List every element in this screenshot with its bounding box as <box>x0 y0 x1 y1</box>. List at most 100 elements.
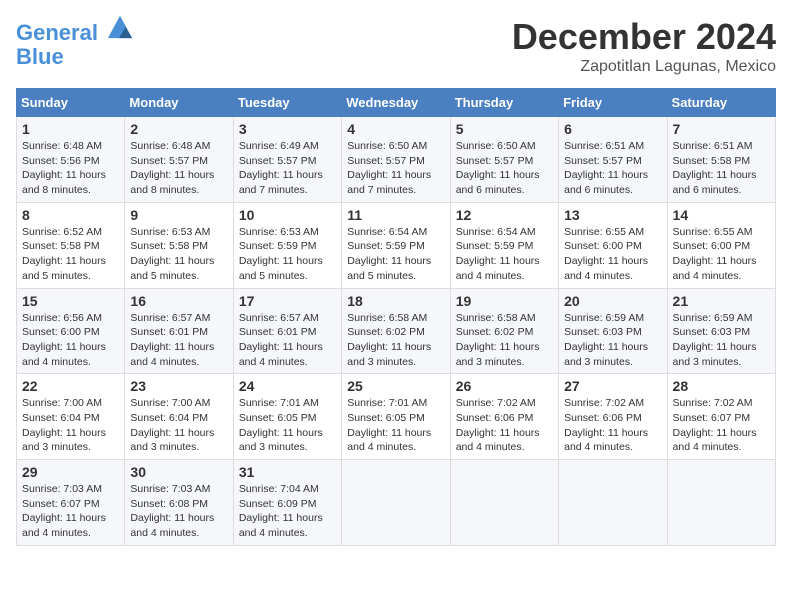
calendar-day-cell: 23Sunrise: 7:00 AMSunset: 6:04 PMDayligh… <box>125 374 233 460</box>
day-info: Sunrise: 6:50 AMSunset: 5:57 PMDaylight:… <box>456 139 553 198</box>
logo: General Blue <box>16 16 134 69</box>
day-number: 13 <box>564 207 661 223</box>
day-info: Sunrise: 6:51 AMSunset: 5:58 PMDaylight:… <box>673 139 770 198</box>
day-header-friday: Friday <box>559 89 667 117</box>
calendar-day-cell: 17 Sunrise: 6:57 AMSunset: 6:01 PMDayligh… <box>233 288 341 374</box>
calendar-day-cell: 30 Sunrise: 7:03 AMSunset: 6:08 PMDayligh… <box>125 460 233 546</box>
calendar-day-cell: 2 Sunrise: 6:48 AMSunset: 5:57 PMDaylight… <box>125 117 233 203</box>
day-header-saturday: Saturday <box>667 89 775 117</box>
day-header-wednesday: Wednesday <box>342 89 450 117</box>
day-number: 16 <box>130 293 227 309</box>
day-info: Sunrise: 7:02 AMSunset: 6:06 PMDaylight:… <box>564 396 661 455</box>
logo-blue-text: Blue <box>16 45 134 69</box>
calendar-week-row: 22 Sunrise: 7:00 AMSunset: 6:04 PMDayligh… <box>17 374 776 460</box>
day-number: 9 <box>130 207 227 223</box>
day-number: 10 <box>239 207 336 223</box>
day-number: 3 <box>239 121 336 137</box>
day-header-thursday: Thursday <box>450 89 558 117</box>
day-number: 8 <box>22 207 119 223</box>
calendar-week-row: 15Sunrise: 6:56 AMSunset: 6:00 PMDayligh… <box>17 288 776 374</box>
day-info: Sunrise: 7:01 AMSunset: 6:05 PMDaylight:… <box>239 396 336 455</box>
calendar-day-cell: 3 Sunrise: 6:49 AMSunset: 5:57 PMDaylight… <box>233 117 341 203</box>
page-header: General Blue December 2024 Zapotitlan La… <box>16 16 776 76</box>
day-header-tuesday: Tuesday <box>233 89 341 117</box>
day-number: 14 <box>673 207 770 223</box>
day-number: 29 <box>22 464 119 480</box>
day-info: Sunrise: 6:57 AMSunset: 6:01 PMDaylight:… <box>239 311 336 370</box>
day-number: 17 <box>239 293 336 309</box>
calendar-week-row: 1Sunrise: 6:48 AMSunset: 5:56 PMDaylight… <box>17 117 776 203</box>
location-title: Zapotitlan Lagunas, Mexico <box>512 58 776 76</box>
calendar-week-row: 29Sunrise: 7:03 AMSunset: 6:07 PMDayligh… <box>17 460 776 546</box>
calendar-week-row: 8 Sunrise: 6:52 AMSunset: 5:58 PMDaylight… <box>17 202 776 288</box>
calendar-day-cell <box>450 460 558 546</box>
day-info: Sunrise: 6:57 AMSunset: 6:01 PMDaylight:… <box>130 311 227 370</box>
calendar-day-cell: 18 Sunrise: 6:58 AMSunset: 6:02 PMDayligh… <box>342 288 450 374</box>
day-number: 27 <box>564 378 661 394</box>
day-info: Sunrise: 6:52 AMSunset: 5:58 PMDaylight:… <box>22 225 119 284</box>
logo-icon <box>106 12 134 40</box>
calendar-day-cell: 10 Sunrise: 6:53 AMSunset: 5:59 PMDayligh… <box>233 202 341 288</box>
calendar-day-cell: 22 Sunrise: 7:00 AMSunset: 6:04 PMDayligh… <box>17 374 125 460</box>
day-number: 24 <box>239 378 336 394</box>
day-number: 12 <box>456 207 553 223</box>
title-block: December 2024 Zapotitlan Lagunas, Mexico <box>512 16 776 76</box>
calendar-day-cell: 20 Sunrise: 6:59 AMSunset: 6:03 PMDayligh… <box>559 288 667 374</box>
calendar-day-cell: 29Sunrise: 7:03 AMSunset: 6:07 PMDayligh… <box>17 460 125 546</box>
day-info: Sunrise: 6:59 AMSunset: 6:03 PMDaylight:… <box>564 311 661 370</box>
day-info: Sunrise: 6:54 AMSunset: 5:59 PMDaylight:… <box>347 225 444 284</box>
day-info: Sunrise: 6:49 AMSunset: 5:57 PMDaylight:… <box>239 139 336 198</box>
day-info: Sunrise: 6:48 AMSunset: 5:56 PMDaylight:… <box>22 139 119 198</box>
day-info: Sunrise: 6:55 AMSunset: 6:00 PMDaylight:… <box>673 225 770 284</box>
calendar-day-cell <box>667 460 775 546</box>
calendar-header-row: SundayMondayTuesdayWednesdayThursdayFrid… <box>17 89 776 117</box>
day-info: Sunrise: 6:59 AMSunset: 6:03 PMDaylight:… <box>673 311 770 370</box>
calendar-day-cell: 19 Sunrise: 6:58 AMSunset: 6:02 PMDayligh… <box>450 288 558 374</box>
day-number: 7 <box>673 121 770 137</box>
day-number: 18 <box>347 293 444 309</box>
calendar-day-cell <box>342 460 450 546</box>
day-number: 30 <box>130 464 227 480</box>
calendar-day-cell: 6Sunrise: 6:51 AMSunset: 5:57 PMDaylight… <box>559 117 667 203</box>
calendar-day-cell: 8 Sunrise: 6:52 AMSunset: 5:58 PMDaylight… <box>17 202 125 288</box>
day-info: Sunrise: 7:04 AMSunset: 6:09 PMDaylight:… <box>239 482 336 541</box>
day-info: Sunrise: 6:50 AMSunset: 5:57 PMDaylight:… <box>347 139 444 198</box>
logo-text: General <box>16 16 134 45</box>
day-info: Sunrise: 7:00 AMSunset: 6:04 PMDaylight:… <box>130 396 227 455</box>
day-number: 31 <box>239 464 336 480</box>
day-info: Sunrise: 7:03 AMSunset: 6:08 PMDaylight:… <box>130 482 227 541</box>
calendar-day-cell: 4Sunrise: 6:50 AMSunset: 5:57 PMDaylight… <box>342 117 450 203</box>
day-info: Sunrise: 6:56 AMSunset: 6:00 PMDaylight:… <box>22 311 119 370</box>
calendar-table: SundayMondayTuesdayWednesdayThursdayFrid… <box>16 88 776 546</box>
day-number: 20 <box>564 293 661 309</box>
day-number: 19 <box>456 293 553 309</box>
calendar-day-cell <box>559 460 667 546</box>
calendar-day-cell: 1Sunrise: 6:48 AMSunset: 5:56 PMDaylight… <box>17 117 125 203</box>
day-info: Sunrise: 6:48 AMSunset: 5:57 PMDaylight:… <box>130 139 227 198</box>
day-number: 22 <box>22 378 119 394</box>
day-info: Sunrise: 6:54 AMSunset: 5:59 PMDaylight:… <box>456 225 553 284</box>
calendar-day-cell: 28Sunrise: 7:02 AMSunset: 6:07 PMDayligh… <box>667 374 775 460</box>
day-info: Sunrise: 6:58 AMSunset: 6:02 PMDaylight:… <box>347 311 444 370</box>
day-header-sunday: Sunday <box>17 89 125 117</box>
calendar-day-cell: 12 Sunrise: 6:54 AMSunset: 5:59 PMDayligh… <box>450 202 558 288</box>
day-info: Sunrise: 7:02 AMSunset: 6:06 PMDaylight:… <box>456 396 553 455</box>
calendar-day-cell: 14 Sunrise: 6:55 AMSunset: 6:00 PMDayligh… <box>667 202 775 288</box>
calendar-day-cell: 13Sunrise: 6:55 AMSunset: 6:00 PMDayligh… <box>559 202 667 288</box>
day-info: Sunrise: 7:01 AMSunset: 6:05 PMDaylight:… <box>347 396 444 455</box>
calendar-day-cell: 11Sunrise: 6:54 AMSunset: 5:59 PMDayligh… <box>342 202 450 288</box>
day-number: 26 <box>456 378 553 394</box>
day-header-monday: Monday <box>125 89 233 117</box>
day-info: Sunrise: 6:58 AMSunset: 6:02 PMDaylight:… <box>456 311 553 370</box>
calendar-day-cell: 31 Sunrise: 7:04 AMSunset: 6:09 PMDayligh… <box>233 460 341 546</box>
day-info: Sunrise: 7:00 AMSunset: 6:04 PMDaylight:… <box>22 396 119 455</box>
day-number: 25 <box>347 378 444 394</box>
day-number: 21 <box>673 293 770 309</box>
day-number: 2 <box>130 121 227 137</box>
day-number: 28 <box>673 378 770 394</box>
day-info: Sunrise: 6:53 AMSunset: 5:59 PMDaylight:… <box>239 225 336 284</box>
day-info: Sunrise: 6:53 AMSunset: 5:58 PMDaylight:… <box>130 225 227 284</box>
month-title: December 2024 <box>512 16 776 58</box>
calendar-day-cell: 9 Sunrise: 6:53 AMSunset: 5:58 PMDaylight… <box>125 202 233 288</box>
calendar-day-cell: 16 Sunrise: 6:57 AMSunset: 6:01 PMDayligh… <box>125 288 233 374</box>
